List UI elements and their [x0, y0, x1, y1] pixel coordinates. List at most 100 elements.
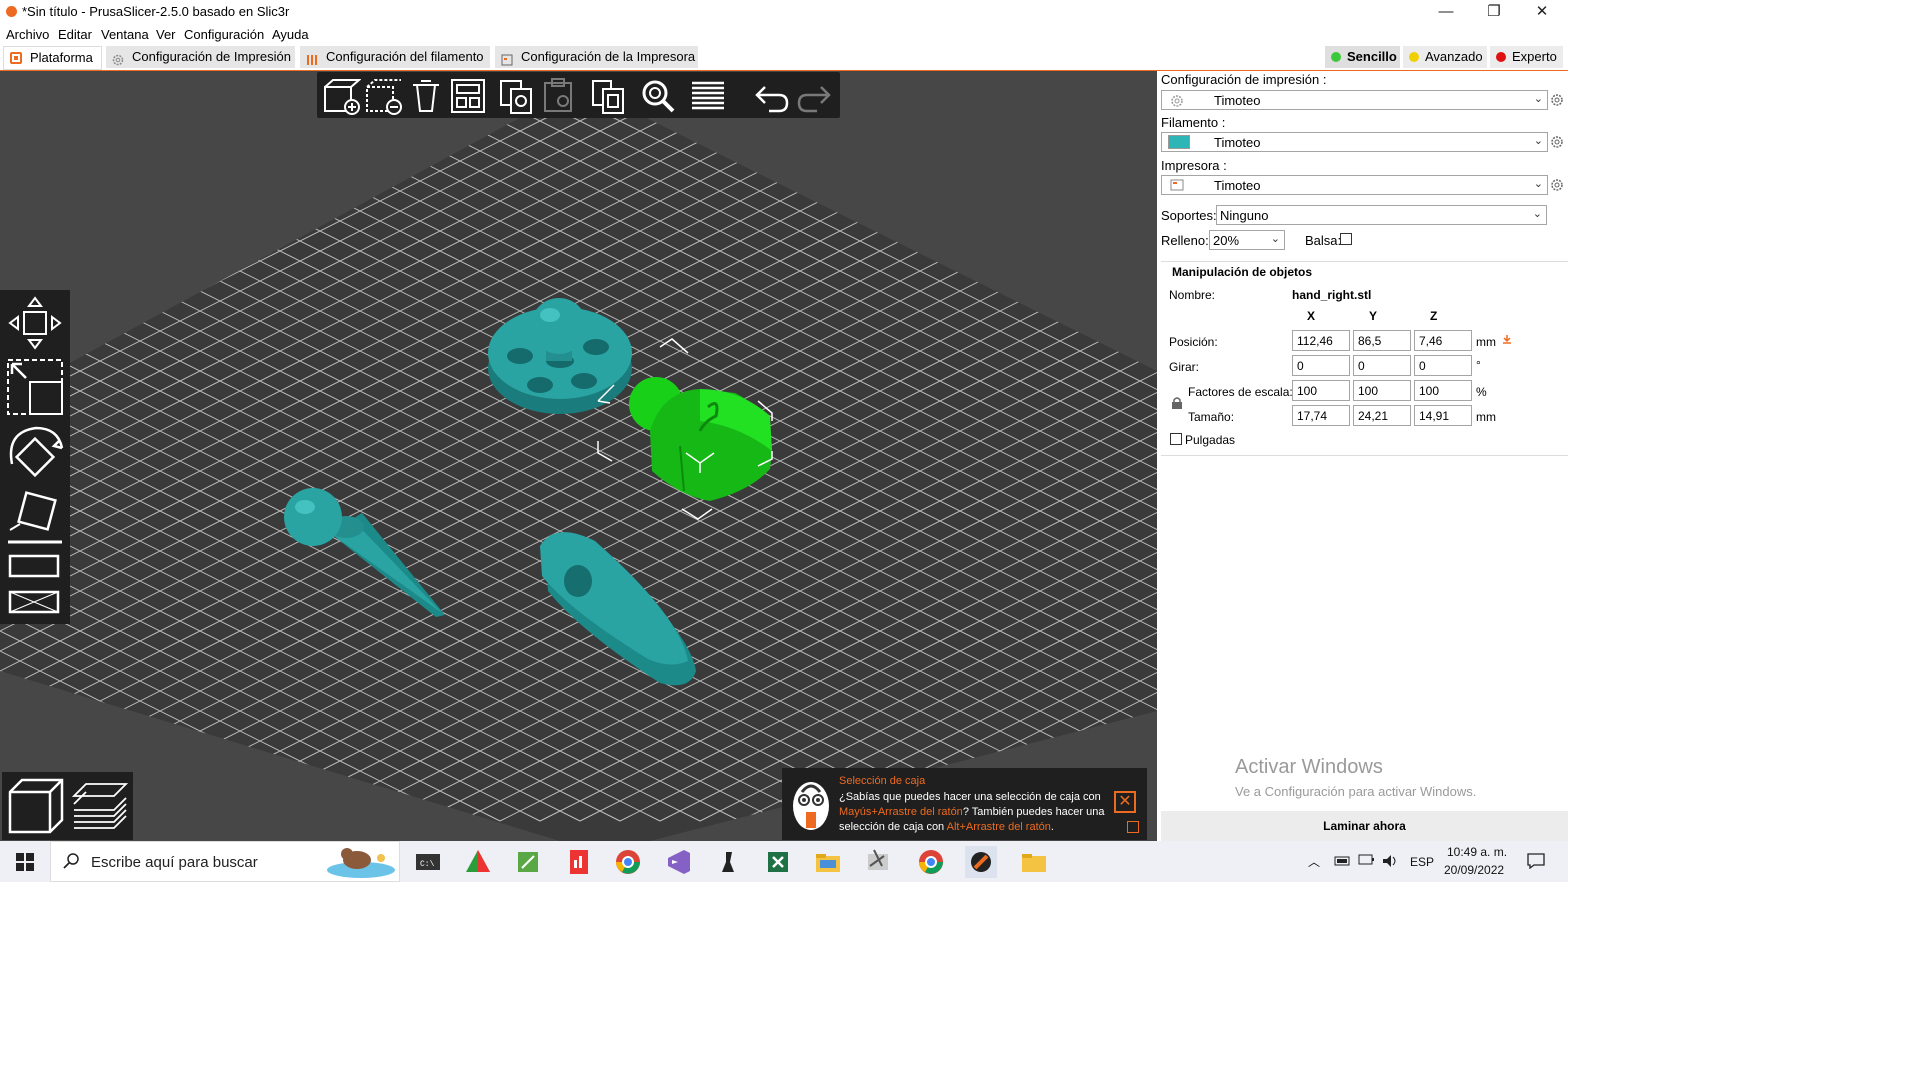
app-icon[interactable]	[512, 846, 544, 878]
windows-start-icon[interactable]	[16, 853, 34, 871]
rotate-x-input[interactable]: 0	[1292, 355, 1350, 376]
cut-icon[interactable]	[6, 552, 64, 582]
undo-icon[interactable]	[753, 77, 791, 115]
scale-z-input[interactable]: 100	[1414, 380, 1472, 401]
rotate-z-input[interactable]: 0	[1414, 355, 1472, 376]
scale-y-input[interactable]: 100	[1353, 380, 1411, 401]
folder-icon[interactable]	[1018, 846, 1050, 878]
chrome-icon[interactable]	[612, 846, 644, 878]
hint-hotkey[interactable]: Mayús+Arrastre del ratón	[839, 806, 963, 818]
edit-filament-icon[interactable]	[1550, 135, 1564, 149]
brim-label: Balsa:	[1305, 233, 1342, 248]
chrome-icon[interactable]	[915, 846, 947, 878]
printer-combo[interactable]: Timoteo ⌄	[1161, 175, 1548, 195]
menu-configuracion[interactable]: Configuración	[184, 27, 264, 42]
rotate-y-input[interactable]: 0	[1353, 355, 1411, 376]
mode-avanzado-button[interactable]: Avanzado	[1403, 46, 1487, 68]
seam-painting-icon[interactable]	[6, 588, 64, 618]
menu-ver[interactable]: Ver	[156, 27, 176, 42]
size-z-input[interactable]: 14,91	[1414, 405, 1472, 426]
arrange-icon[interactable]	[449, 77, 487, 115]
3d-scene-canvas[interactable]: Selección de caja ¿Sabías que puedes hac…	[0, 71, 1157, 841]
visual-studio-icon[interactable]	[662, 846, 694, 878]
position-y-input[interactable]: 86,5	[1353, 330, 1411, 351]
title-bar: *Sin título - PrusaSlicer-2.5.0 basado e…	[0, 0, 1568, 24]
position-x-input[interactable]: 112,46	[1292, 330, 1350, 351]
move-icon[interactable]	[6, 294, 64, 352]
volume-icon[interactable]	[1381, 853, 1399, 872]
lock-icon[interactable]	[1171, 396, 1183, 410]
clock-time[interactable]: 10:49 a. m.	[1447, 845, 1507, 859]
copy-icon[interactable]	[497, 77, 535, 115]
app-icon[interactable]	[712, 846, 744, 878]
language-indicator[interactable]: ESP	[1410, 855, 1434, 869]
menu-archivo[interactable]: Archivo	[6, 27, 49, 42]
menu-editar[interactable]: Editar	[58, 27, 92, 42]
menu-ventana[interactable]: Ventana	[101, 27, 149, 42]
minimize-button[interactable]: —	[1426, 2, 1466, 22]
add-object-icon[interactable]	[323, 77, 362, 115]
size-x-input[interactable]: 17,74	[1292, 405, 1350, 426]
infill-select[interactable]: 20% ⌄	[1209, 230, 1285, 250]
network-icon[interactable]	[1334, 854, 1350, 871]
size-y-input[interactable]: 24,21	[1353, 405, 1411, 426]
delete-object-icon[interactable]	[365, 77, 403, 115]
supports-select[interactable]: Ninguno ⌄	[1216, 205, 1547, 225]
pdf-app-icon[interactable]	[562, 846, 594, 878]
slice-now-button[interactable]: Laminar ahora	[1161, 811, 1568, 841]
chevron-up-icon[interactable]: ︿	[1308, 853, 1320, 870]
edit-printer-icon[interactable]	[1550, 178, 1564, 192]
redo-icon[interactable]	[795, 77, 833, 115]
position-z-input[interactable]: 7,46	[1414, 330, 1472, 351]
place-on-face-icon[interactable]	[6, 490, 64, 548]
hint-text: .	[1050, 821, 1054, 833]
combo-value: Timoteo	[1214, 135, 1261, 150]
notification-center-icon[interactable]	[1527, 853, 1545, 872]
add-instance-icon[interactable]	[589, 77, 627, 115]
battery-icon[interactable]	[1358, 852, 1376, 871]
mode-sencillo-button[interactable]: Sencillo	[1325, 46, 1400, 68]
filament-label: Filamento :	[1161, 115, 1226, 130]
tab-configuracion-filamento[interactable]: Configuración del filamento	[300, 46, 490, 68]
search-icon[interactable]	[639, 77, 677, 115]
close-hint-button[interactable]: ✕	[1114, 791, 1136, 813]
combo-value: Ninguno	[1220, 208, 1269, 223]
mode-experto-button[interactable]: Experto	[1490, 46, 1563, 68]
filament-combo[interactable]: Timoteo ⌄	[1161, 132, 1548, 152]
maximize-button[interactable]: ❐	[1474, 2, 1514, 22]
taskbar-search-box[interactable]: Escribe aquí para buscar	[50, 841, 400, 882]
hint-text: ¿Sabías que puedes hacer una selección d…	[839, 791, 1101, 803]
app-icon[interactable]	[862, 846, 894, 878]
delete-all-icon[interactable]	[407, 77, 445, 115]
close-button[interactable]: ✕	[1522, 2, 1562, 22]
hint-settings-icon[interactable]	[1127, 821, 1139, 833]
paste-icon[interactable]	[539, 77, 577, 115]
drop-to-bed-icon[interactable]	[1501, 333, 1513, 345]
tab-plataforma[interactable]: Plataforma	[3, 46, 102, 70]
prusaslicer-taskbar-icon[interactable]	[965, 846, 997, 878]
hint-hotkey[interactable]: Alt+Arrastre del ratón	[947, 821, 1051, 833]
print-settings-combo[interactable]: Timoteo ⌄	[1161, 90, 1548, 110]
windows-taskbar: Escribe aquí para buscar C:\ ︿ ESP 10:49…	[0, 841, 1568, 882]
file-explorer-icon[interactable]	[812, 846, 844, 878]
app-icon[interactable]	[462, 846, 494, 878]
excel-icon[interactable]	[762, 846, 794, 878]
scale-x-input[interactable]: 100	[1292, 380, 1350, 401]
terminal-app-icon[interactable]: C:\	[412, 846, 444, 878]
layers-editing-icon[interactable]	[689, 77, 727, 115]
menu-ayuda[interactable]: Ayuda	[272, 27, 309, 42]
chevron-down-icon: ⌄	[1533, 135, 1543, 147]
inches-checkbox[interactable]	[1170, 433, 1182, 445]
preview-layers-icon[interactable]	[70, 776, 130, 836]
edit-print-settings-icon[interactable]	[1550, 93, 1564, 107]
clock-date[interactable]: 20/09/2022	[1444, 863, 1504, 877]
tab-label: Plataforma	[30, 50, 93, 65]
brim-checkbox[interactable]	[1340, 233, 1352, 245]
scale-icon[interactable]	[6, 358, 64, 416]
3d-view-icon[interactable]	[6, 776, 66, 836]
tab-configuracion-impresion[interactable]: Configuración de Impresión	[106, 46, 295, 68]
rotate-icon[interactable]	[6, 424, 64, 482]
search-highlight-illustration-icon	[321, 844, 397, 880]
chevron-down-icon: ⌄	[1270, 233, 1280, 245]
tab-configuracion-impresora[interactable]: Configuración de la Impresora	[495, 46, 698, 68]
